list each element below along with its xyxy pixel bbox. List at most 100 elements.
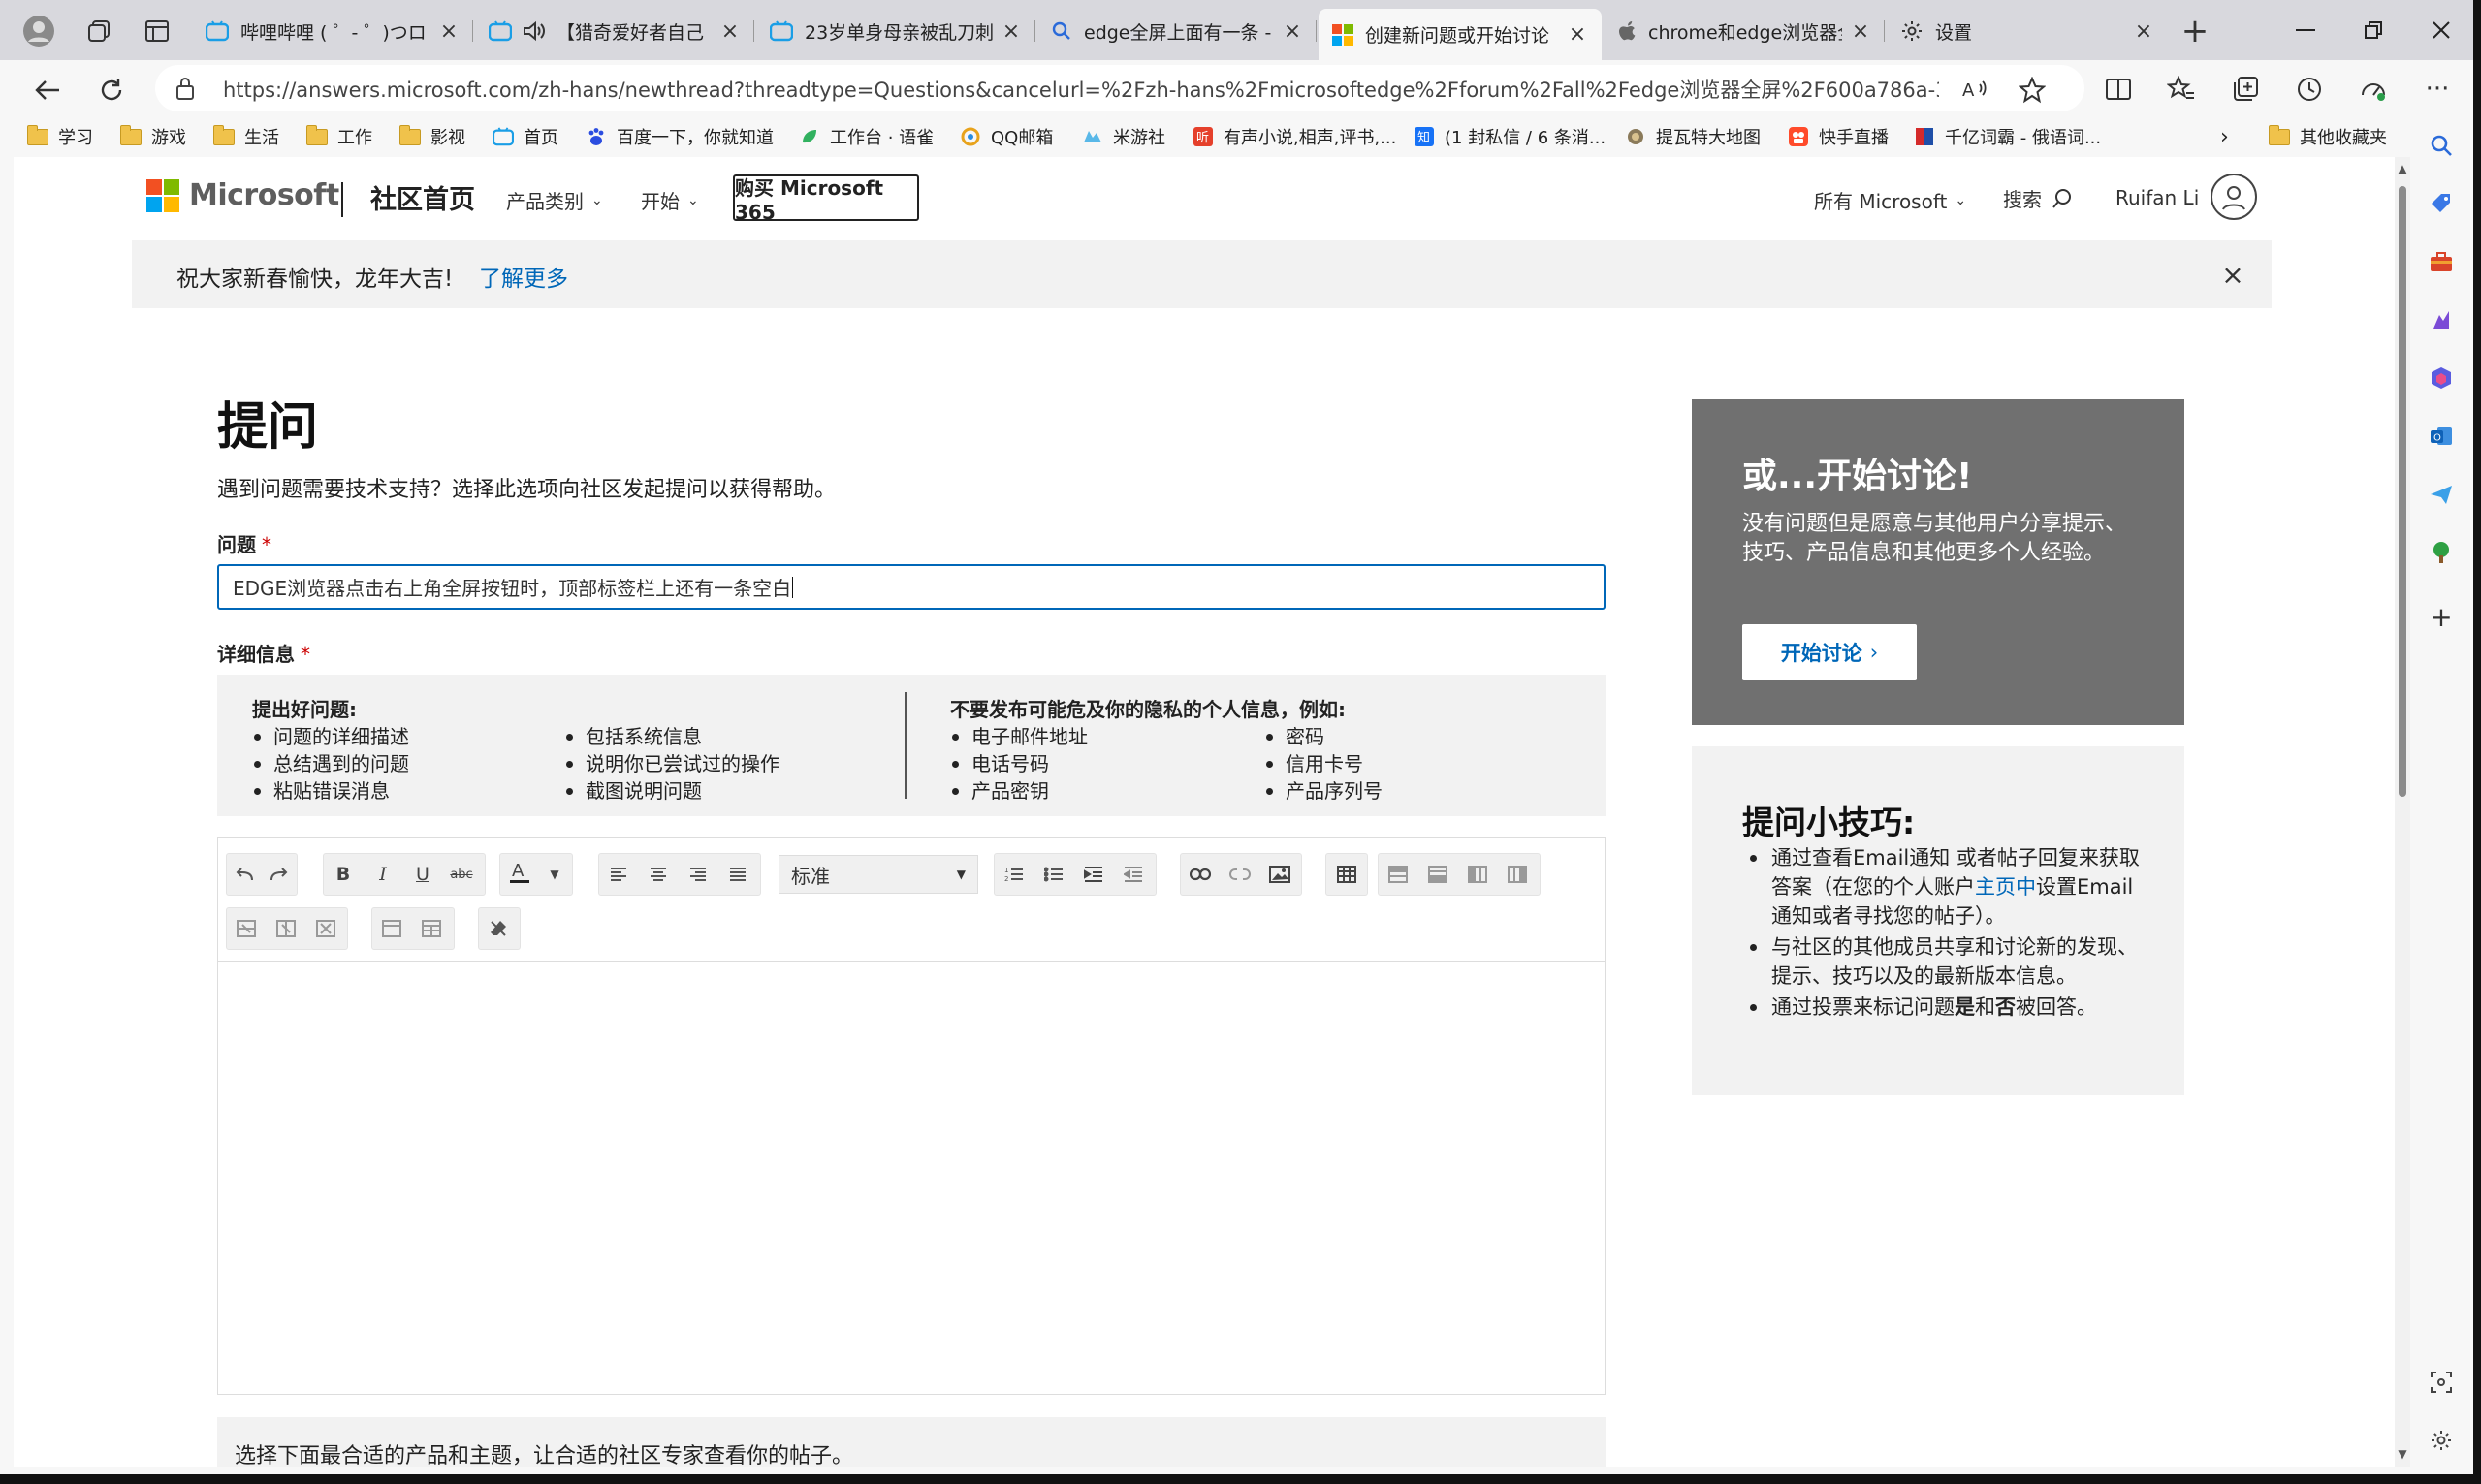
nav-get-started[interactable]: 开始 ⌄ [641, 186, 699, 214]
bookmark-folder-study[interactable]: 学习 [27, 122, 93, 151]
close-icon[interactable]: × [1850, 19, 1871, 44]
close-icon[interactable]: × [719, 19, 741, 44]
microsoft-logo[interactable]: Microsoft [146, 178, 339, 212]
tab-actions-icon[interactable] [136, 10, 178, 52]
nav-product-categories[interactable]: 产品类别 ⌄ [506, 186, 603, 214]
bookmark-folder-video[interactable]: 影视 [399, 122, 465, 151]
read-aloud-icon[interactable]: A [1960, 75, 1991, 106]
editor-body[interactable] [218, 962, 1605, 1394]
numbered-list-icon[interactable]: 12 [998, 857, 1031, 892]
outlook-icon[interactable]: O [2422, 417, 2461, 456]
scrollbar-thumb[interactable] [2399, 186, 2406, 797]
bookmark-teyvat-map[interactable]: 提瓦特大地图 [1625, 122, 1761, 151]
table-col-right-icon[interactable] [1501, 857, 1534, 892]
clear-format-icon[interactable] [482, 911, 515, 946]
bookmark-audiobook[interactable]: 听有声小说,相声,评书,... [1193, 122, 1396, 151]
strikethrough-button[interactable]: abc [445, 857, 478, 892]
profile-page-link[interactable]: 主页中 [1975, 875, 2036, 899]
screenshot-icon[interactable] [2422, 1363, 2461, 1402]
table-col-left-icon[interactable] [1461, 857, 1494, 892]
bookmark-miyoushe[interactable]: 米游社 [1082, 122, 1165, 151]
scroll-up-icon[interactable]: ▲ [2395, 161, 2410, 176]
close-icon[interactable]: × [2133, 19, 2154, 44]
bookmark-baidu[interactable]: 百度一下，你就知道 [586, 122, 774, 151]
bullet-list-icon[interactable] [1037, 857, 1070, 892]
delete-column-icon[interactable] [270, 911, 302, 946]
history-icon[interactable] [2288, 68, 2331, 111]
tab-new-thread[interactable]: 创建新问题或开始讨论 × [1319, 9, 1602, 60]
tree-icon[interactable] [2422, 533, 2461, 572]
all-microsoft-menu[interactable]: 所有 Microsoft ⌄ [1814, 186, 1966, 214]
refresh-icon[interactable] [89, 68, 134, 112]
address-bar[interactable]: https://answers.microsoft.com/zh-hans/ne… [155, 65, 2084, 111]
tab-bing-search[interactable]: edge全屏上面有一条 - 搜 × [1037, 9, 1317, 53]
minimize-icon[interactable] [2276, 10, 2335, 50]
align-center-icon[interactable] [642, 857, 675, 892]
more-menu-icon[interactable]: ··· [2416, 68, 2459, 111]
url-text[interactable]: https://answers.microsoft.com/zh-hans/ne… [223, 75, 1939, 104]
tools-icon[interactable] [2422, 242, 2461, 281]
align-left-icon[interactable] [602, 857, 635, 892]
close-icon[interactable]: × [1567, 22, 1588, 47]
performance-icon[interactable] [2352, 68, 2395, 111]
add-icon[interactable]: + [2422, 597, 2461, 636]
redo-icon[interactable] [263, 857, 296, 892]
undo-icon[interactable] [228, 857, 261, 892]
restore-icon[interactable] [2344, 10, 2402, 50]
bookmark-folder-work[interactable]: 工作 [306, 122, 372, 151]
shopping-tag-icon[interactable] [2422, 184, 2461, 223]
close-icon[interactable]: × [2216, 258, 2249, 291]
bookmark-folder-life[interactable]: 生活 [213, 122, 279, 151]
banner-learn-more-link[interactable]: 了解更多 [479, 260, 568, 293]
microsoft-365-icon[interactable] [2422, 359, 2461, 397]
close-icon[interactable]: × [1001, 19, 1022, 44]
underline-button[interactable]: U [406, 857, 439, 892]
profile-icon[interactable] [17, 10, 60, 52]
merge-cells-icon[interactable] [375, 911, 408, 946]
bookmark-zhihu[interactable]: 知 (1 封私信 / 6 条消... [1414, 122, 1606, 151]
start-discussion-button[interactable]: 开始讨论 › [1742, 624, 1917, 680]
tab-bilibili-video[interactable]: 【猎奇爱好者自己 × [475, 9, 754, 53]
user-name[interactable]: Ruifan Li [2115, 186, 2199, 209]
close-icon[interactable]: × [438, 19, 460, 44]
workspaces-icon[interactable] [78, 10, 120, 52]
games-icon[interactable] [2422, 300, 2461, 339]
favorites-icon[interactable] [2160, 68, 2203, 111]
paragraph-format-select[interactable]: 标准 ▼ [779, 855, 978, 894]
outdent-icon[interactable] [1117, 857, 1150, 892]
favorite-star-icon[interactable] [2017, 75, 2048, 106]
search-icon[interactable] [2422, 126, 2461, 165]
link-icon[interactable] [1184, 857, 1217, 892]
bookmark-folder-games[interactable]: 游戏 [120, 122, 186, 151]
new-tab-button[interactable]: + [2176, 12, 2214, 50]
bookmark-kuaishou[interactable]: 快手直播 [1788, 122, 1889, 151]
bookmark-dict[interactable]: 千亿词霸 - 俄语词... [1914, 122, 2101, 151]
delete-table-icon[interactable] [309, 911, 342, 946]
indent-icon[interactable] [1077, 857, 1110, 892]
table-row-above-icon[interactable] [1382, 857, 1415, 892]
tab-bilibili-home[interactable]: 哔哩哔哩 ( ゜- ゜)つロ 干 × [192, 9, 473, 53]
italic-button[interactable]: I [366, 857, 399, 892]
community-home-link[interactable]: 社区首页 [370, 178, 475, 216]
split-cells-icon[interactable] [415, 911, 448, 946]
bookmark-qqmail[interactable]: QQ邮箱 [960, 122, 1053, 151]
back-arrow-icon[interactable] [25, 68, 70, 112]
bookmark-yuque[interactable]: 工作台 · 语雀 [799, 122, 934, 151]
bold-button[interactable]: B [327, 857, 360, 892]
insert-table-icon[interactable] [1330, 857, 1363, 892]
buy-microsoft-365-button[interactable]: 购买 Microsoft 365 [733, 174, 919, 224]
site-search-button[interactable]: 搜索 [2003, 184, 2073, 212]
tab-settings[interactable]: 设置 × [1887, 9, 2168, 53]
close-window-icon[interactable] [2412, 10, 2470, 50]
speaker-icon[interactable] [522, 20, 545, 42]
chevron-down-icon[interactable]: ▼ [538, 857, 571, 892]
send-icon[interactable] [2422, 475, 2461, 514]
bookmark-bilibili-home[interactable]: 首页 [493, 122, 558, 151]
delete-row-icon[interactable] [230, 911, 263, 946]
close-icon[interactable]: × [1282, 19, 1303, 44]
lock-icon[interactable] [175, 76, 196, 101]
scroll-down-icon[interactable]: ▼ [2395, 1446, 2410, 1462]
tab-apple-community[interactable]: chrome和edge浏览器全 × [1604, 9, 1885, 53]
bookmark-other-favorites[interactable]: 其他收藏夹 [2269, 122, 2387, 151]
align-justify-icon[interactable] [721, 857, 754, 892]
